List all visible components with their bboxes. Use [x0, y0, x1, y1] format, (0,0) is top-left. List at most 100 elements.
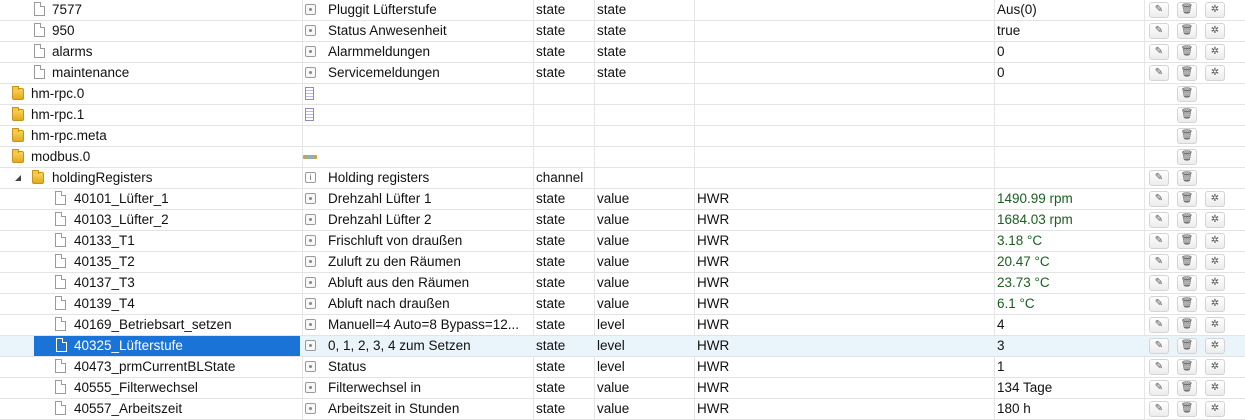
- delete-button[interactable]: 🗑: [1177, 2, 1197, 18]
- object-type: state: [536, 191, 566, 206]
- settings-button[interactable]: ✲: [1205, 65, 1225, 81]
- edit-button[interactable]: ✎: [1149, 338, 1169, 354]
- delete-button[interactable]: 🗑: [1177, 191, 1197, 207]
- object-name: Filterwechsel in: [328, 380, 422, 395]
- settings-button[interactable]: ✲: [1205, 212, 1225, 228]
- table-row[interactable]: 40169_Betriebsart_setzen Manuell=4 Auto=…: [0, 315, 1245, 336]
- object-room: HWR: [697, 317, 730, 332]
- object-value: 180 h: [997, 401, 1031, 416]
- edit-button[interactable]: ✎: [1149, 317, 1169, 333]
- table-row[interactable]: hm-rpc.1 🗑: [0, 105, 1245, 126]
- info-icon: i: [305, 172, 316, 183]
- table-row[interactable]: maintenance Servicemeldungen state state…: [0, 63, 1245, 84]
- file-icon: [55, 359, 66, 373]
- delete-button[interactable]: 🗑: [1177, 254, 1197, 270]
- delete-button[interactable]: 🗑: [1177, 359, 1197, 375]
- edit-button[interactable]: ✎: [1149, 275, 1169, 291]
- folder-icon: [12, 107, 24, 121]
- edit-button[interactable]: ✎: [1149, 2, 1169, 18]
- settings-button[interactable]: ✲: [1205, 338, 1225, 354]
- file-icon: [55, 296, 66, 310]
- edit-button[interactable]: ✎: [1149, 170, 1169, 186]
- object-name: Holding registers: [328, 170, 430, 185]
- delete-button[interactable]: 🗑: [1177, 149, 1197, 165]
- table-row[interactable]: 40555_Filterwechsel Filterwechsel in sta…: [0, 378, 1245, 399]
- edit-button[interactable]: ✎: [1149, 23, 1169, 39]
- settings-button[interactable]: ✲: [1205, 317, 1225, 333]
- delete-button[interactable]: 🗑: [1177, 275, 1197, 291]
- table-row[interactable]: 40101_Lüfter_1 Drehzahl Lüfter 1 state v…: [0, 189, 1245, 210]
- selection-highlight[interactable]: 40325_Lüfterstufe: [34, 336, 300, 356]
- edit-button[interactable]: ✎: [1149, 359, 1169, 375]
- table-row[interactable]: 40139_T4 Abluft nach draußen state value…: [0, 294, 1245, 315]
- settings-button[interactable]: ✲: [1205, 233, 1225, 249]
- delete-button[interactable]: 🗑: [1177, 212, 1197, 228]
- table-row[interactable]: hm-rpc.meta 🗑: [0, 126, 1245, 147]
- table-row[interactable]: 950 Status Anwesenheit state state true …: [0, 21, 1245, 42]
- object-id: 7577: [52, 2, 83, 17]
- settings-button[interactable]: ✲: [1205, 23, 1225, 39]
- edit-button[interactable]: ✎: [1149, 380, 1169, 396]
- table-row[interactable]: 40103_Lüfter_2 Drehzahl Lüfter 2 state v…: [0, 210, 1245, 231]
- edit-button[interactable]: ✎: [1149, 233, 1169, 249]
- edit-button[interactable]: ✎: [1149, 254, 1169, 270]
- object-type: state: [536, 296, 566, 311]
- delete-button[interactable]: 🗑: [1177, 107, 1197, 123]
- state-icon: [305, 256, 316, 267]
- object-role: level: [597, 317, 625, 332]
- delete-button[interactable]: 🗑: [1177, 317, 1197, 333]
- file-icon: [55, 233, 66, 247]
- collapse-toggle-icon[interactable]: ◢: [15, 168, 21, 188]
- table-row-selected[interactable]: 40325_Lüfterstufe 0, 1, 2, 3, 4 zum Setz…: [0, 336, 1245, 357]
- adapter-icon: [305, 87, 314, 100]
- object-name: Frischluft von draußen: [328, 233, 463, 248]
- table-row[interactable]: 40135_T2 Zuluft zu den Räumen state valu…: [0, 252, 1245, 273]
- table-row[interactable]: 40473_prmCurrentBLState Status state lev…: [0, 357, 1245, 378]
- table-row[interactable]: modbus.0 🗑: [0, 147, 1245, 168]
- delete-button[interactable]: 🗑: [1177, 65, 1197, 81]
- state-icon: [305, 67, 316, 78]
- edit-button[interactable]: ✎: [1149, 65, 1169, 81]
- delete-button[interactable]: 🗑: [1177, 23, 1197, 39]
- delete-button[interactable]: 🗑: [1177, 128, 1197, 144]
- settings-button[interactable]: ✲: [1205, 296, 1225, 312]
- object-id: 40555_Filterwechsel: [74, 380, 198, 395]
- delete-button[interactable]: 🗑: [1177, 170, 1197, 186]
- settings-button[interactable]: ✲: [1205, 401, 1225, 417]
- table-row[interactable]: alarms Alarmmeldungen state state 0 ✎ 🗑 …: [0, 42, 1245, 63]
- object-id: modbus.0: [31, 149, 91, 164]
- object-id: 40139_T4: [74, 296, 135, 311]
- settings-button[interactable]: ✲: [1205, 380, 1225, 396]
- edit-button[interactable]: ✎: [1149, 212, 1169, 228]
- settings-button[interactable]: ✲: [1205, 191, 1225, 207]
- edit-button[interactable]: ✎: [1149, 296, 1169, 312]
- delete-button[interactable]: 🗑: [1177, 380, 1197, 396]
- edit-button[interactable]: ✎: [1149, 401, 1169, 417]
- delete-button[interactable]: 🗑: [1177, 86, 1197, 102]
- table-row[interactable]: ◢ holdingRegisters i Holding registers c…: [0, 168, 1245, 189]
- edit-button[interactable]: ✎: [1149, 44, 1169, 60]
- table-row[interactable]: 40137_T3 Abluft aus den Räumen state val…: [0, 273, 1245, 294]
- object-id: 40133_T1: [74, 233, 135, 248]
- delete-button[interactable]: 🗑: [1177, 44, 1197, 60]
- settings-button[interactable]: ✲: [1205, 254, 1225, 270]
- settings-button[interactable]: ✲: [1205, 359, 1225, 375]
- object-role: state: [597, 2, 627, 17]
- edit-button[interactable]: ✎: [1149, 191, 1169, 207]
- table-row[interactable]: 7577 Pluggit Lüfterstufe state state Aus…: [0, 0, 1245, 21]
- table-row[interactable]: hm-rpc.0 🗑: [0, 84, 1245, 105]
- table-row[interactable]: 40557_Arbeitszeit Arbeitszeit in Stunden…: [0, 399, 1245, 420]
- object-name: Pluggit Lüfterstufe: [328, 2, 437, 17]
- object-room: HWR: [697, 359, 730, 374]
- settings-button[interactable]: ✲: [1205, 2, 1225, 18]
- delete-button[interactable]: 🗑: [1177, 233, 1197, 249]
- delete-button[interactable]: 🗑: [1177, 296, 1197, 312]
- settings-button[interactable]: ✲: [1205, 44, 1225, 60]
- delete-button[interactable]: 🗑: [1177, 338, 1197, 354]
- delete-button[interactable]: 🗑: [1177, 401, 1197, 417]
- table-row[interactable]: 40133_T1 Frischluft von draußen state va…: [0, 231, 1245, 252]
- object-name: Status Anwesenheit: [328, 23, 447, 38]
- object-role: value: [597, 275, 630, 290]
- object-id: 40101_Lüfter_1: [74, 191, 169, 206]
- settings-button[interactable]: ✲: [1205, 275, 1225, 291]
